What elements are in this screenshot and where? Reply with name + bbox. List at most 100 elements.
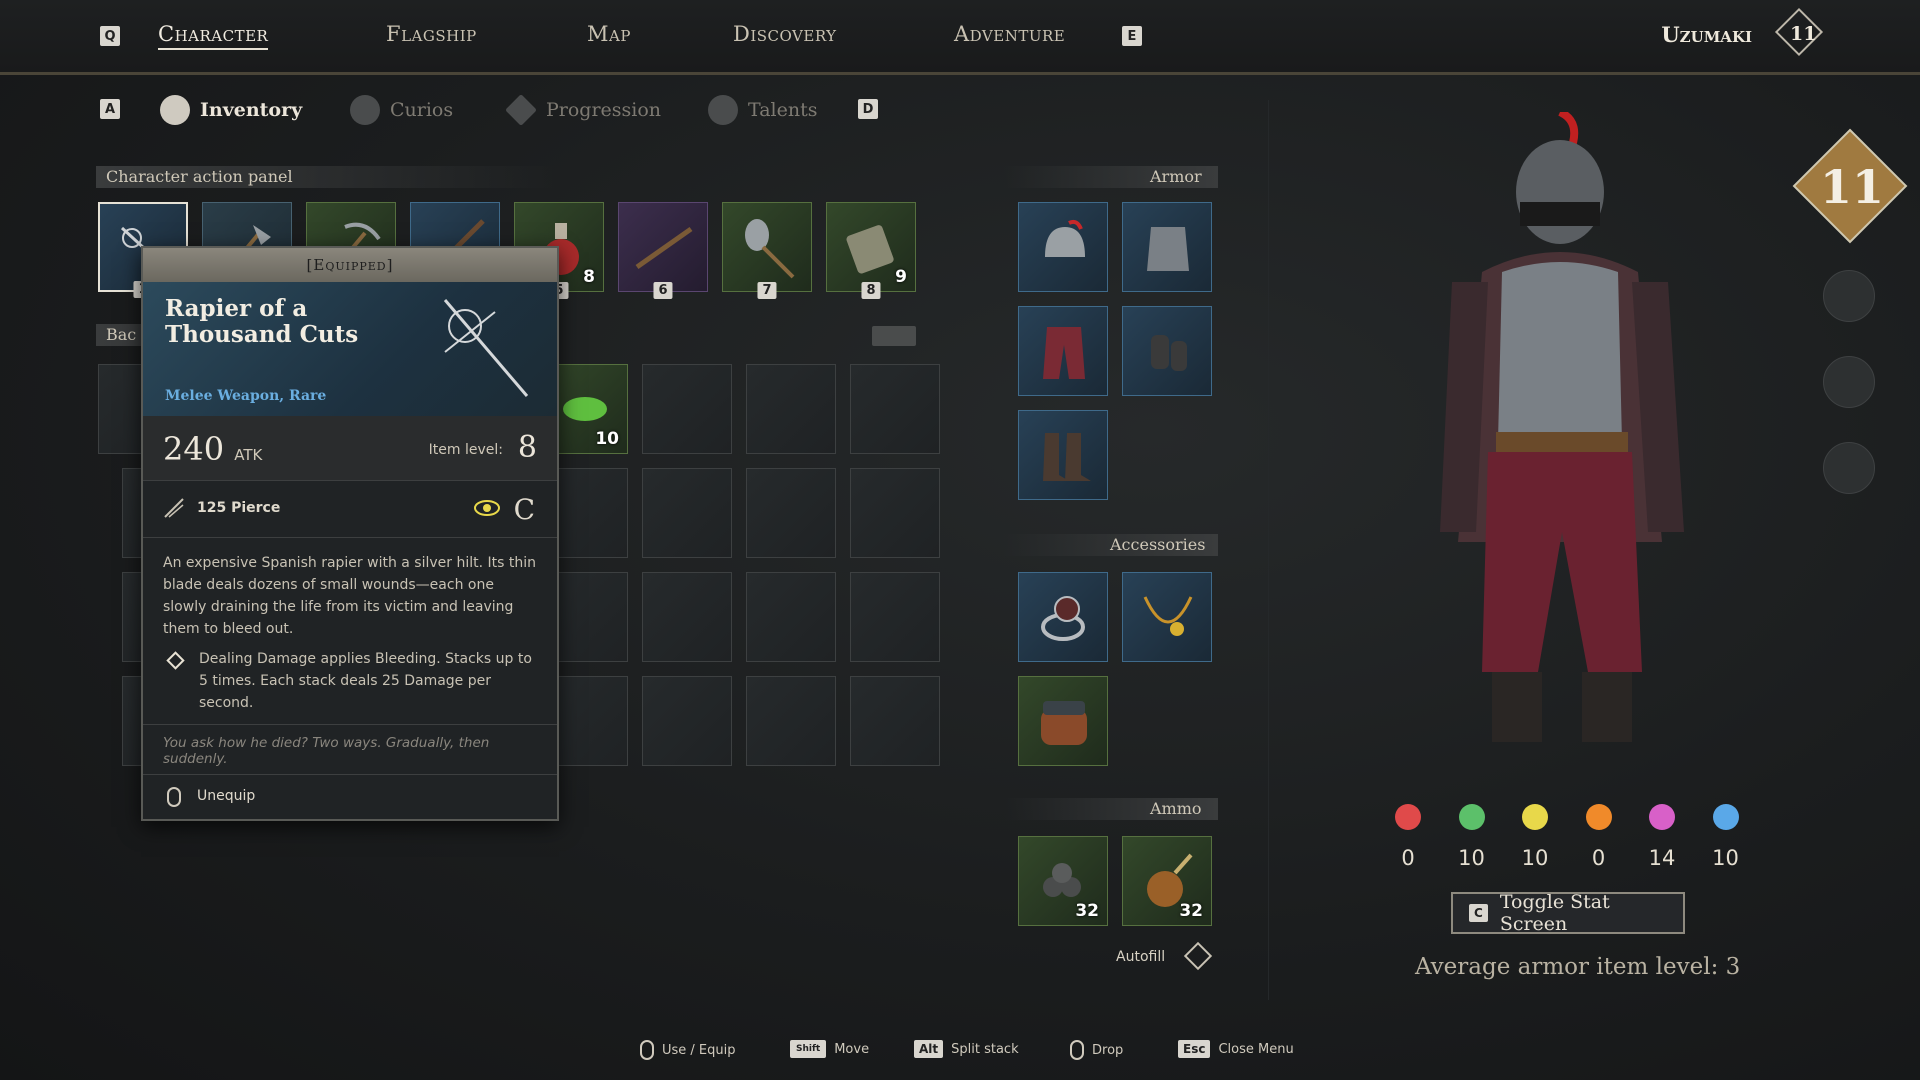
pierce-value: 125 Pierce: [197, 500, 281, 516]
ammo-slot-1[interactable]: 32: [1018, 836, 1108, 926]
tab-discovery[interactable]: Discovery: [733, 22, 837, 46]
action-panel-label: Character action panel: [106, 167, 293, 186]
panel-divider: [1268, 100, 1269, 1000]
backpack-slot[interactable]: [746, 676, 836, 766]
grid-view-toggle-icon[interactable]: [872, 326, 916, 346]
autofill-label: Autofill: [1116, 949, 1166, 965]
hint-split-stack: Alt Split stack: [914, 1040, 1019, 1058]
item-title: Rapier of a Thousand Cuts: [165, 295, 359, 348]
atk-number: 240: [163, 430, 225, 468]
action-slot-6[interactable]: 6: [618, 202, 708, 299]
perception-icon: [1518, 800, 1552, 834]
strength-icon: [1391, 800, 1425, 834]
satchel-icon: [1041, 701, 1087, 745]
backpack-slot[interactable]: [850, 572, 940, 662]
toggle-stat-screen-button[interactable]: C Toggle Stat Screen: [1451, 891, 1685, 935]
accessory-ring-slot[interactable]: [1018, 572, 1108, 662]
attack-value: 240 ATK: [163, 430, 262, 468]
subtab-inventory[interactable]: Inventory: [160, 95, 302, 125]
bandage-icon: [846, 225, 894, 274]
backpack-slot[interactable]: [642, 468, 732, 558]
backpack-slot[interactable]: [746, 364, 836, 454]
prev-tab-key[interactable]: Q: [100, 26, 120, 46]
next-subtab-key[interactable]: D: [858, 99, 878, 119]
helmet-icon: [1045, 219, 1085, 257]
backpack-icon: [160, 95, 190, 125]
prev-subtab-key[interactable]: A: [100, 99, 120, 119]
vitality-icon: [1645, 800, 1679, 834]
tab-adventure[interactable]: Adventure: [954, 22, 1065, 46]
backpack-slot[interactable]: [850, 364, 940, 454]
accessory-necklace-slot[interactable]: [1122, 572, 1212, 662]
ammo-slot-2[interactable]: 32: [1122, 836, 1212, 926]
action-slot-7[interactable]: 7: [722, 202, 812, 299]
tab-flagship[interactable]: Flagship: [386, 22, 477, 46]
armor-chest-slot[interactable]: [1122, 202, 1212, 292]
item-description: An expensive Spanish rapier with a silve…: [163, 555, 537, 637]
tooltip-header: Rapier of a Thousand Cuts Melee Weapon, …: [143, 282, 557, 416]
tab-character[interactable]: Character: [158, 22, 269, 50]
stat-value: 14: [1648, 846, 1676, 870]
ring-icon: [1041, 596, 1085, 641]
boots-icon: [1043, 433, 1091, 481]
crew-icon: [1709, 800, 1743, 834]
accessory-bag-slot[interactable]: [1018, 676, 1108, 766]
stat-value: 0: [1401, 846, 1415, 870]
stat-value: 0: [1591, 846, 1606, 870]
hint-label: Split stack: [951, 1041, 1019, 1057]
agility-icon: [1455, 800, 1489, 834]
backpack-slot[interactable]: [746, 572, 836, 662]
subtab-curios[interactable]: Curios: [350, 95, 453, 125]
hint-close-menu: Esc Close Menu: [1178, 1040, 1294, 1058]
armor-legs-slot[interactable]: [1018, 306, 1108, 396]
armor-gloves-slot[interactable]: [1122, 306, 1212, 396]
skill-slot-icon[interactable]: [1823, 270, 1875, 322]
subtab-label: Curios: [390, 99, 454, 121]
subtab-talents[interactable]: Talents: [708, 95, 817, 125]
hint-use-equip: Use / Equip: [640, 1040, 736, 1060]
backpack-slot[interactable]: [642, 364, 732, 454]
backpack-slot[interactable]: [642, 676, 732, 766]
perception-icon: [474, 500, 500, 516]
alt-key: Alt: [914, 1040, 944, 1058]
pants-icon: [1043, 327, 1085, 379]
player-level: 11: [1790, 23, 1817, 45]
progression-icon: [505, 94, 537, 126]
toggle-key: C: [1469, 904, 1488, 922]
average-armor-level: Average armor item level: 3: [1415, 954, 1741, 980]
backpack-slot[interactable]: [642, 572, 732, 662]
item-description-block: An expensive Spanish rapier with a silve…: [143, 538, 557, 714]
shift-key: Shift: [790, 1040, 827, 1058]
subtab-label: Progression: [546, 99, 662, 121]
player-name: Uzumaki: [1661, 22, 1752, 47]
mouse-right-click-icon: [1070, 1040, 1084, 1060]
item-count: 8: [583, 267, 595, 287]
ammo-count: 32: [1179, 901, 1203, 921]
backpack-slot[interactable]: [850, 676, 940, 766]
item-type: Melee Weapon, Rare: [165, 388, 327, 404]
ammo-label: Ammo: [1150, 799, 1202, 818]
ammo-count: 32: [1075, 901, 1099, 921]
backpack-slot[interactable]: [746, 468, 836, 558]
item-effect: Dealing Damage applies Bleeding. Stacks …: [163, 648, 537, 714]
armor-helmet-slot[interactable]: [1018, 202, 1108, 292]
autofill-checkbox[interactable]: [1183, 941, 1213, 971]
item-tooltip: [Equipped] Rapier of a Thousand Cuts Mel…: [141, 246, 559, 821]
shovel-icon: [745, 219, 795, 279]
food-slot-icon[interactable]: [1823, 356, 1875, 408]
subtab-progression[interactable]: Progression: [505, 94, 662, 126]
mouse-left-click-icon: [167, 787, 181, 807]
mouse-left-click-icon: [640, 1040, 654, 1060]
action-slot-8[interactable]: 8 9: [826, 202, 916, 299]
item-flavor-quote: You ask how he died? Two ways. Gradually…: [143, 724, 557, 777]
food-slot-icon[interactable]: [1823, 442, 1875, 494]
unequip-action[interactable]: Unequip: [197, 788, 255, 804]
item-stats: 240 ATK Item level: 8: [143, 416, 557, 481]
armor-label: Armor: [1150, 167, 1202, 186]
tab-map[interactable]: Map: [587, 22, 631, 46]
next-tab-key[interactable]: E: [1122, 26, 1142, 46]
armor-boots-slot[interactable]: [1018, 410, 1108, 500]
backpack-label: Bac: [106, 325, 137, 344]
backpack-slot[interactable]: [850, 468, 940, 558]
hint-label: Close Menu: [1218, 1041, 1294, 1057]
